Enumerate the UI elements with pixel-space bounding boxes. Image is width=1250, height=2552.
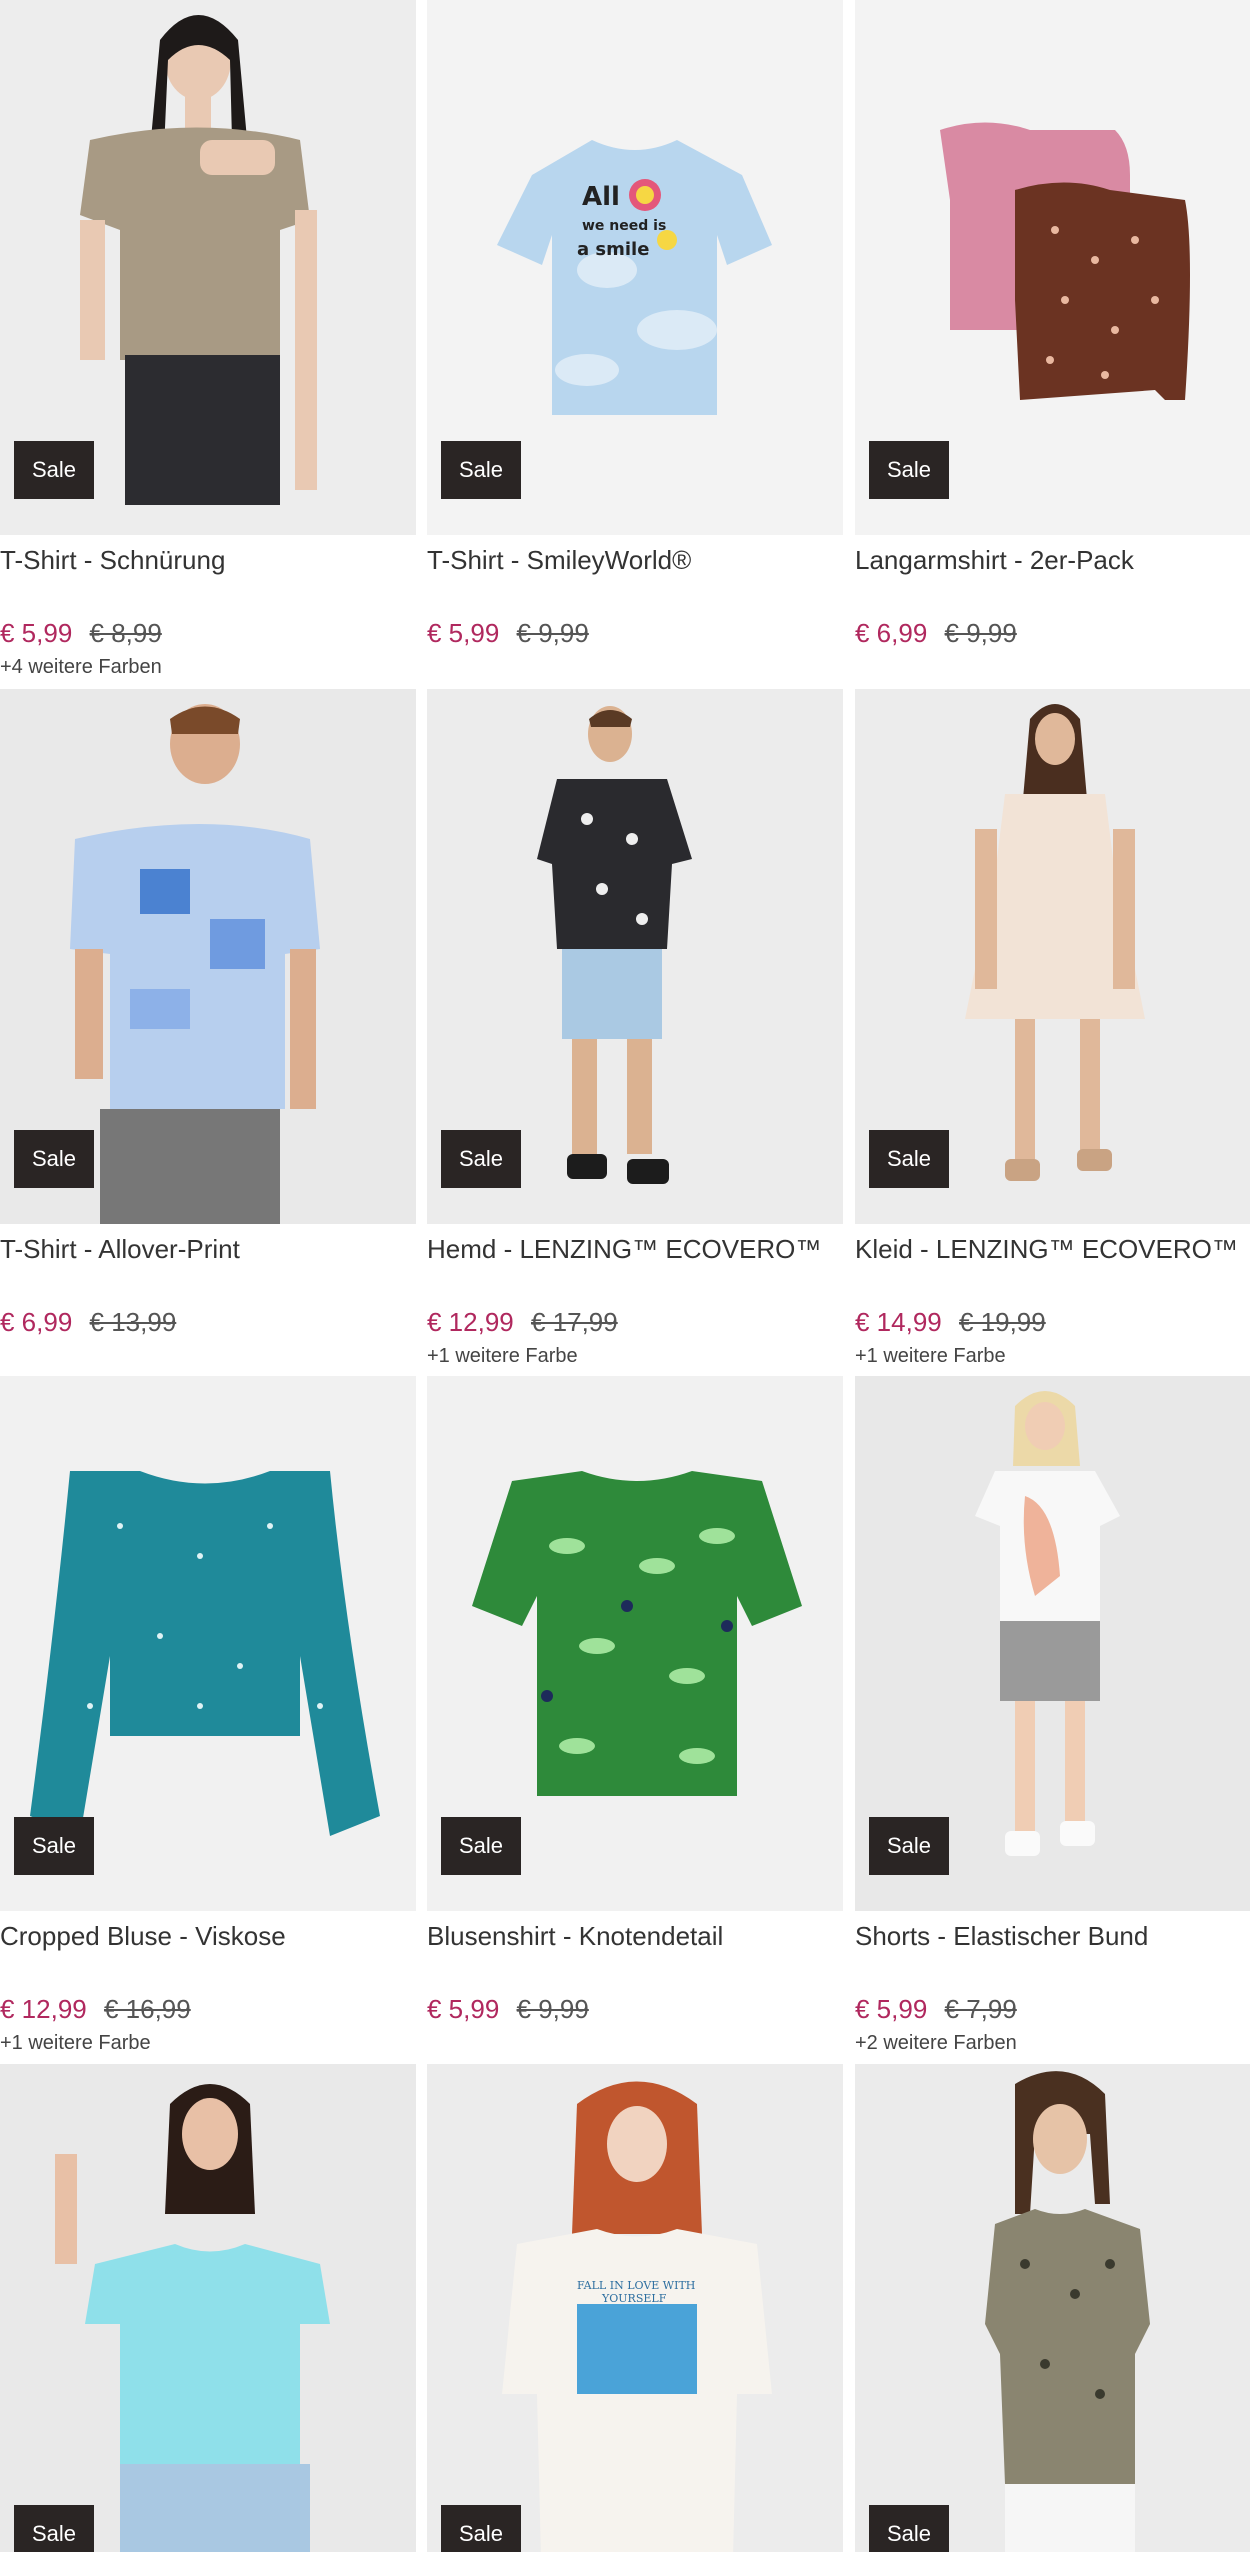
product-name[interactable]: T-Shirt - Allover-Print: [0, 1234, 416, 1265]
original-price: € 9,99: [516, 1994, 589, 2024]
product-image[interactable]: Sale: [855, 1376, 1250, 1911]
sale-price: € 5,99: [427, 1994, 500, 2024]
sale-badge: Sale: [441, 441, 521, 499]
sale-price: € 14,99: [855, 1307, 942, 1337]
product-name[interactable]: Langarmshirt - 2er-Pack: [855, 545, 1250, 576]
svg-text:YOURSELF: YOURSELF: [601, 2292, 667, 2305]
product-prices: € 5,99 € 9,99: [427, 618, 589, 649]
sale-badge: Sale: [14, 2505, 94, 2552]
product-image[interactable]: Sale: [427, 689, 843, 1224]
sale-badge: Sale: [14, 1817, 94, 1875]
svg-text:we need is: we need is: [582, 218, 666, 234]
product-name[interactable]: Cropped Bluse - Viskose: [0, 1921, 416, 1952]
color-variants[interactable]: +1 weitere Farbe: [855, 1345, 1006, 1368]
original-price: € 7,99: [944, 1994, 1017, 2024]
product-prices: € 14,99 € 19,99: [855, 1307, 1046, 1338]
product-image[interactable]: Sale: [855, 0, 1250, 535]
product-image[interactable]: Sale: [0, 689, 416, 1224]
product-image[interactable]: FALL IN LOVE WITH YOURSELF Sale: [427, 2064, 843, 2552]
original-price: € 9,99: [516, 618, 589, 648]
color-variants[interactable]: +2 weitere Farben: [855, 2032, 1017, 2055]
product-prices: € 5,99 € 8,99: [0, 618, 162, 649]
color-variants[interactable]: +4 weitere Farben: [0, 656, 162, 679]
sale-badge: Sale: [441, 1130, 521, 1188]
original-price: € 19,99: [958, 1307, 1046, 1337]
original-price: € 13,99: [89, 1307, 177, 1337]
svg-text:FALL IN LOVE WITH: FALL IN LOVE WITH: [577, 2279, 695, 2292]
sale-price: € 5,99: [855, 1994, 928, 2024]
sale-price: € 5,99: [427, 618, 500, 648]
product-name[interactable]: Kleid - LENZING™ ECOVERO™: [855, 1234, 1250, 1265]
product-prices: € 12,99 € 17,99: [427, 1307, 618, 1338]
sale-badge: Sale: [869, 441, 949, 499]
product-image[interactable]: Sale: [0, 2064, 416, 2552]
product-prices: € 12,99 € 16,99: [0, 1994, 191, 2025]
sale-badge: Sale: [869, 1130, 949, 1188]
product-prices: € 6,99 € 9,99: [855, 618, 1017, 649]
svg-text:a smile: a smile: [577, 239, 649, 260]
sale-price: € 5,99: [0, 618, 73, 648]
product-image[interactable]: All we need is a smile Sale: [427, 0, 843, 535]
product-prices: € 6,99 € 13,99: [0, 1307, 176, 1338]
color-variants[interactable]: +1 weitere Farbe: [0, 2032, 151, 2055]
color-variants[interactable]: +1 weitere Farbe: [427, 1345, 578, 1368]
original-price: € 8,99: [89, 618, 162, 648]
sale-price: € 6,99: [0, 1307, 73, 1337]
sale-badge: Sale: [869, 2505, 949, 2552]
product-name[interactable]: Shorts - Elastischer Bund: [855, 1921, 1250, 1952]
original-price: € 16,99: [103, 1994, 191, 2024]
sale-badge: Sale: [869, 1817, 949, 1875]
product-image[interactable]: Sale: [0, 0, 416, 535]
sale-price: € 12,99: [427, 1307, 514, 1337]
sale-badge: Sale: [441, 2505, 521, 2552]
sale-badge: Sale: [441, 1817, 521, 1875]
original-price: € 17,99: [530, 1307, 618, 1337]
product-image[interactable]: Sale: [0, 1376, 416, 1911]
product-name[interactable]: Hemd - LENZING™ ECOVERO™: [427, 1234, 843, 1265]
sale-badge: Sale: [14, 441, 94, 499]
svg-text:All: All: [582, 182, 620, 212]
product-image[interactable]: Sale: [855, 2064, 1250, 2552]
product-prices: € 5,99 € 9,99: [427, 1994, 589, 2025]
product-name[interactable]: Blusenshirt - Knotendetail: [427, 1921, 843, 1952]
product-name[interactable]: T-Shirt - Schnürung: [0, 545, 416, 576]
sale-badge: Sale: [14, 1130, 94, 1188]
product-name[interactable]: T-Shirt - SmileyWorld®: [427, 545, 843, 576]
product-image[interactable]: Sale: [427, 1376, 843, 1911]
original-price: € 9,99: [944, 618, 1017, 648]
sale-price: € 6,99: [855, 618, 928, 648]
product-grid: Sale T-Shirt - Schnürung € 5,99 € 8,99 +…: [0, 0, 1250, 2552]
sale-price: € 12,99: [0, 1994, 87, 2024]
product-prices: € 5,99 € 7,99: [855, 1994, 1017, 2025]
product-image[interactable]: Sale: [855, 689, 1250, 1224]
